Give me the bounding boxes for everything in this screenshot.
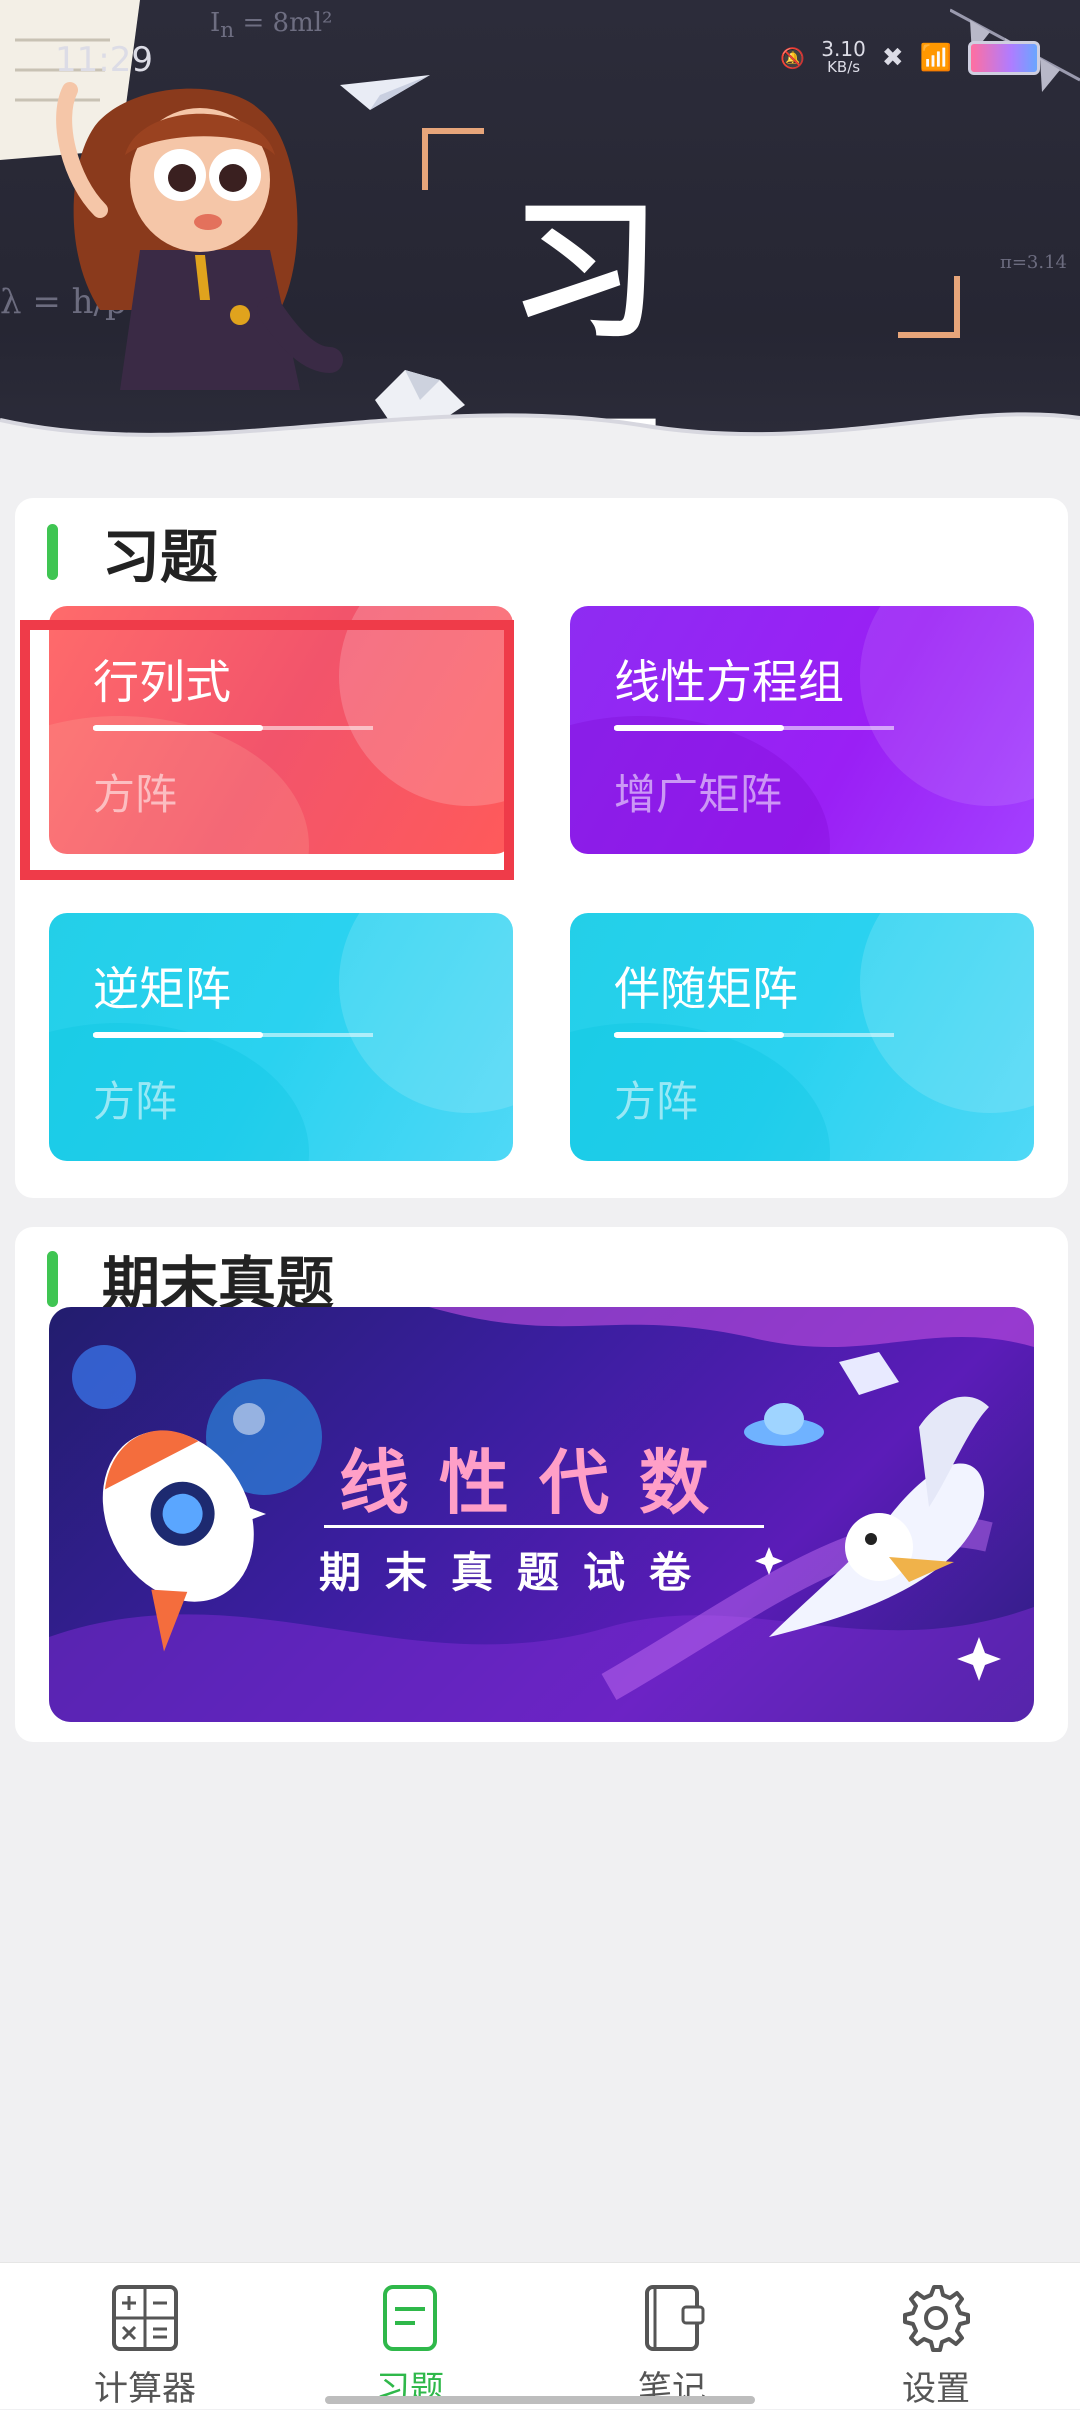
tile-inverse-matrix[interactable]: 逆矩阵 方阵 xyxy=(49,913,513,1161)
wifi-icon: 📶 xyxy=(919,43,952,73)
tile-subtitle: 方阵 xyxy=(614,1077,699,1126)
final-exam-banner[interactable]: 线性代数 期末真题试卷 xyxy=(49,1307,1034,1722)
final-banner-subtitle: 期末真题试卷 xyxy=(319,1548,716,1597)
final-banner-divider xyxy=(324,1525,764,1528)
tile-divider xyxy=(614,1032,894,1038)
tile-decoration xyxy=(860,606,1034,806)
final-banner-title: 线性代数 xyxy=(339,1442,739,1524)
tile-decoration xyxy=(339,913,513,1113)
tile-decoration xyxy=(570,1023,830,1161)
mute-icon: 🔕 xyxy=(780,46,806,70)
tile-subtitle: 方阵 xyxy=(93,1077,178,1126)
status-bar: 11:29 🔕 3.10 KB/s ✖ 📶 xyxy=(0,0,1080,120)
nav-item-exercises[interactable]: 习题 xyxy=(310,2283,510,2410)
tile-decoration xyxy=(860,913,1034,1113)
selection-highlight xyxy=(20,620,514,880)
tile-decoration xyxy=(49,1023,309,1161)
net-speed-unit: KB/s xyxy=(827,58,861,76)
nav-label: 计算器 xyxy=(94,2369,196,2409)
status-icons: 🔕 3.10 KB/s ✖ 📶 xyxy=(780,37,1040,76)
net-speed-value: 3.10 xyxy=(821,37,866,61)
header-banner: In = 8ml² λ = h/p π=3.14 11:29 🔕 3.10 KB… xyxy=(0,0,1080,470)
nav-label: 设置 xyxy=(902,2369,970,2409)
nav-item-notes[interactable]: 笔记 xyxy=(572,2283,772,2410)
gear-icon xyxy=(903,2285,970,2352)
section-accent-bar xyxy=(47,1251,58,1307)
exercise-icon xyxy=(383,2285,437,2351)
status-time: 11:29 xyxy=(55,40,153,80)
bottom-nav: 计算器 习题 笔记 设置 xyxy=(0,2262,1080,2409)
home-indicator[interactable] xyxy=(325,2396,755,2404)
tile-divider xyxy=(93,1032,373,1038)
net-speed: 3.10 KB/s xyxy=(821,37,866,76)
banner-wave xyxy=(0,412,1080,470)
battery-icon xyxy=(968,41,1040,75)
tile-title: 逆矩阵 xyxy=(93,962,231,1016)
bracket-decoration xyxy=(422,128,484,190)
exercises-section-title: 习题 xyxy=(102,523,219,591)
tile-linear-equations[interactable]: 线性方程组 增广矩阵 xyxy=(570,606,1034,854)
nav-item-settings[interactable]: 设置 xyxy=(836,2283,1036,2410)
sim-off-icon: ✖ xyxy=(881,43,904,73)
tile-subtitle: 增广矩阵 xyxy=(614,770,783,819)
exercises-header: 习题 xyxy=(47,510,218,594)
tile-adjoint-matrix[interactable]: 伴随矩阵 方阵 xyxy=(570,913,1034,1161)
tile-divider xyxy=(614,725,894,731)
finals-card: 期末真题 线性代数 期末真题试卷 xyxy=(15,1227,1068,1742)
notebook-icon xyxy=(645,2285,705,2351)
tile-title: 线性方程组 xyxy=(614,655,844,709)
tile-title: 伴随矩阵 xyxy=(614,962,798,1016)
calculator-icon xyxy=(112,2285,178,2351)
section-accent-bar xyxy=(47,524,58,580)
nav-item-calculator[interactable]: 计算器 xyxy=(45,2283,245,2410)
